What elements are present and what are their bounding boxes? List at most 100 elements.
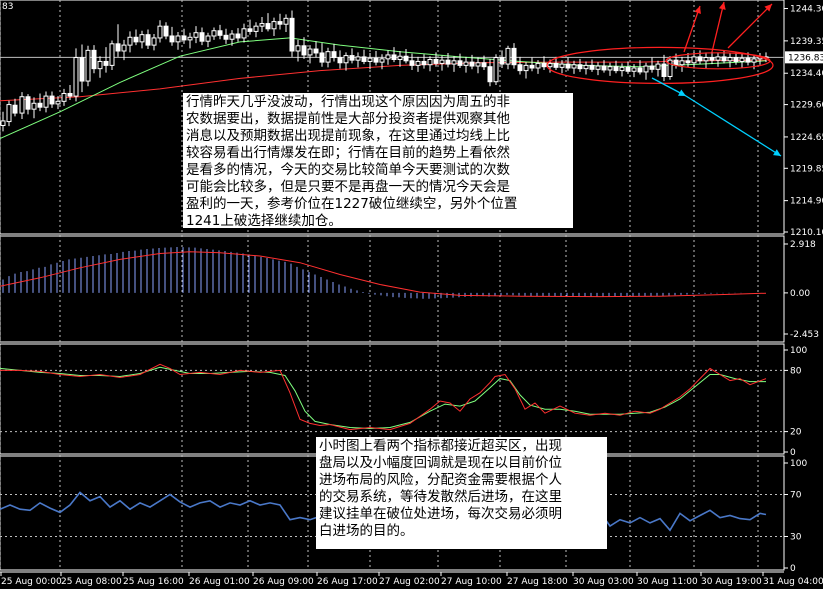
candle (6, 100, 12, 127)
x-tick-label: 27 Aug 10:00 (441, 577, 502, 587)
candle-body (523, 64, 529, 72)
candle (607, 62, 613, 76)
candle-body (565, 63, 571, 69)
candle (523, 62, 529, 79)
candle-body (493, 57, 499, 83)
candle (475, 57, 481, 74)
candle-body (595, 65, 601, 70)
candle-body (145, 34, 151, 46)
candle-body (259, 23, 265, 27)
note-bottom-line: 白进场的目的。 (319, 523, 414, 539)
candle (103, 47, 109, 73)
candle-body (571, 64, 577, 69)
candle-body (559, 63, 565, 68)
stoch-tick-label: 80 (790, 366, 802, 376)
candle-body (403, 55, 409, 62)
x-tick-label: 26 Aug 09:00 (253, 577, 314, 587)
note-top-line: 可能会比较多，但是只要不是再盘一天的情况今天会是 (186, 179, 510, 195)
candle-body (91, 49, 97, 70)
candle (79, 44, 85, 93)
candle-body (55, 100, 61, 105)
candle-body (283, 17, 289, 25)
candle-body (385, 54, 391, 60)
bearish-arrow-2-head (773, 149, 781, 156)
note-bottom-line: 的交易系统，等待发散然后进场，在这里 (319, 489, 562, 505)
stoch-tick-label: 0 (790, 448, 796, 458)
x-tick-label: 26 Aug 17:00 (317, 577, 378, 587)
macd-tick-label: 2.918 (790, 240, 816, 250)
candle (589, 59, 595, 72)
candle-body (661, 63, 667, 77)
note-top-line: 是看多的情况，今天的交易比较简单今天要测试的次数 (186, 162, 510, 178)
rsi-line (0, 491, 317, 521)
candle (277, 13, 283, 30)
bullish-arrow-2 (711, 1, 725, 53)
candle-body (265, 23, 271, 30)
candle-body (133, 36, 139, 43)
stoch-main-line (0, 363, 767, 431)
candle (319, 43, 325, 67)
symbol-label: 83 (2, 2, 13, 12)
candle-body (31, 102, 37, 110)
candle-body (457, 60, 463, 66)
candle-body (481, 62, 487, 68)
candle (631, 64, 637, 78)
candle-body (691, 56, 697, 64)
note-bottom-line: 盘局以及小幅度回调就是现在以目前价位 (319, 455, 562, 471)
macd-tick-label: 0.00 (790, 289, 810, 299)
candle-body (433, 59, 439, 64)
candle (583, 61, 589, 75)
note-top-line: 盈利的一天，参考价位在1227破位继续空，另外个位置 (186, 196, 518, 212)
candle (625, 61, 631, 74)
candle-body (229, 33, 235, 40)
candle (157, 20, 163, 43)
candle (19, 92, 25, 119)
candle-body (12, 104, 18, 114)
candle (187, 32, 193, 49)
candle-body (733, 57, 739, 62)
candle (127, 31, 133, 53)
candle-body (697, 56, 703, 62)
candle-body (361, 56, 367, 62)
candle-body (505, 47, 511, 65)
candle-body (409, 60, 415, 66)
candle (679, 56, 685, 72)
candle (295, 39, 301, 62)
candle-body (127, 36, 133, 46)
candle (235, 28, 241, 42)
x-tick-label: 25 Aug 08:00 (61, 577, 122, 587)
stoch-tick-label: 100 (790, 346, 807, 356)
candle (493, 54, 499, 85)
candle-body (43, 95, 49, 108)
candle-body (139, 34, 145, 43)
candle-body (319, 52, 325, 63)
candle-body (427, 59, 433, 66)
candle-body (217, 30, 223, 36)
candle-body (223, 34, 229, 40)
candle (445, 52, 451, 68)
candle-body (307, 48, 313, 56)
note-top-line: 农数据要出，数据提前性是大部分投资者提供观察其他 (186, 111, 510, 127)
candle (739, 53, 745, 68)
candle (643, 62, 649, 80)
candle (217, 24, 223, 40)
candle (331, 43, 337, 62)
analysis-note-top: 行情昨天几乎没波动，行情出现这个原因因为周五的非 农数据要出，数据提前性是大部分… (183, 93, 573, 229)
candle (205, 32, 211, 48)
candle (49, 91, 55, 108)
candle (283, 14, 289, 33)
candle-body (637, 67, 643, 73)
candle-body (583, 64, 589, 70)
candle-body (367, 57, 373, 62)
candle-body (397, 55, 403, 61)
price-tick-label: 1239.35 (790, 37, 823, 47)
candle-body (175, 35, 181, 43)
candle-body (607, 66, 613, 71)
candle-body (469, 61, 475, 67)
candle-body (751, 58, 757, 63)
macd-signal-line (0, 251, 767, 298)
candle (199, 27, 205, 46)
candle-body (529, 64, 535, 69)
price-tick-label: 1214.90 (790, 197, 823, 207)
candle (511, 43, 517, 69)
